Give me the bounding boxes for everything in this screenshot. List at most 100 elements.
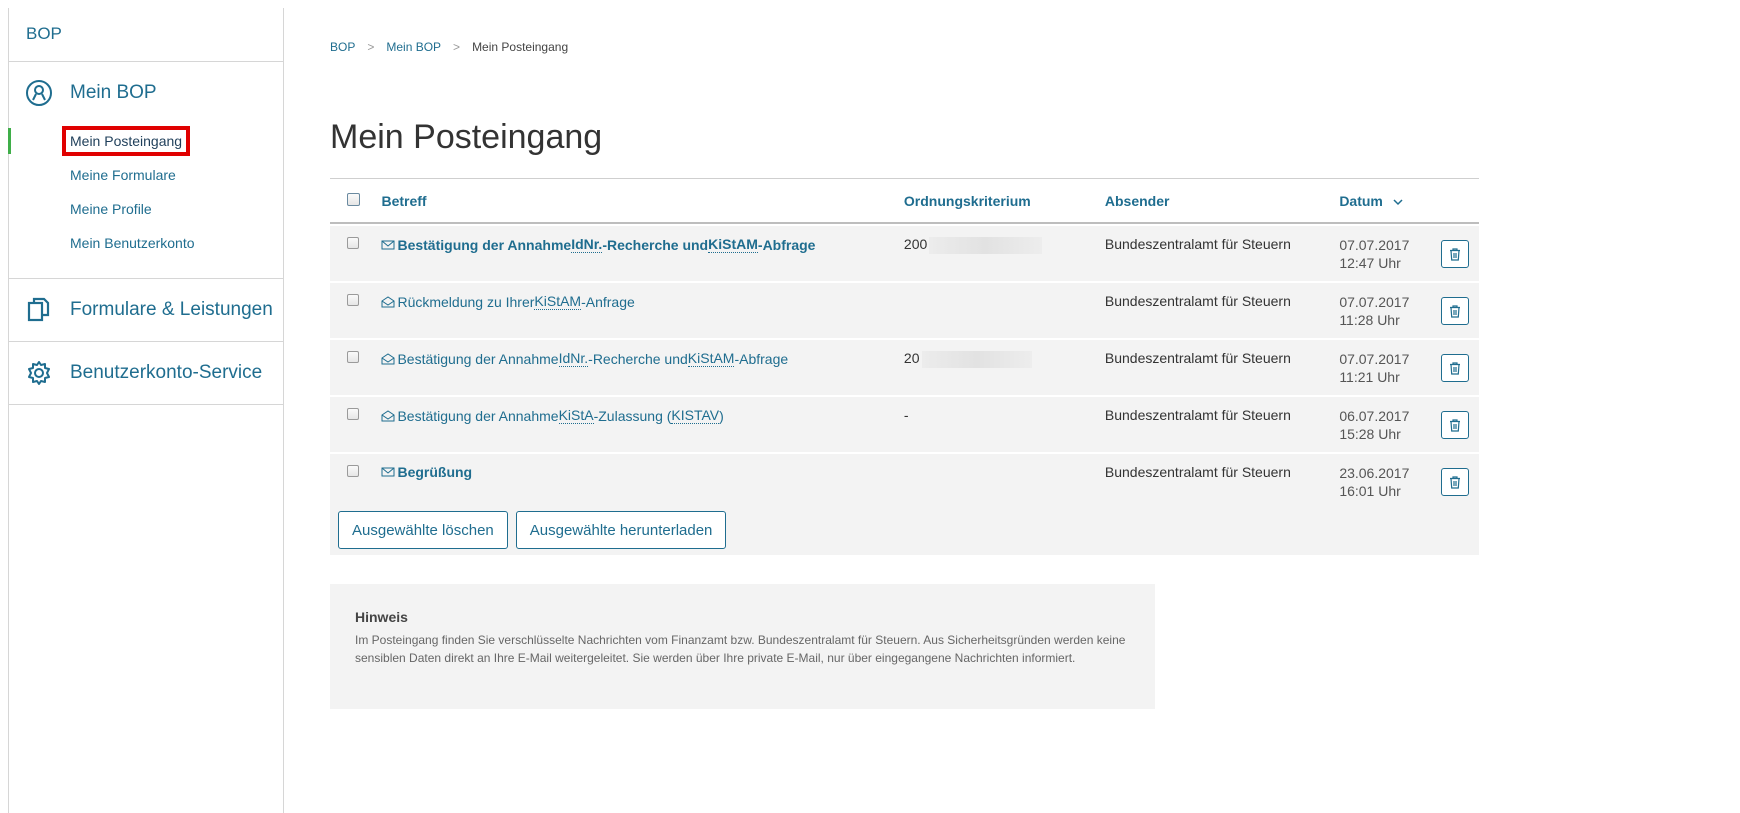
delete-button[interactable] — [1440, 297, 1469, 325]
time-value: 11:28 Uhr — [1339, 312, 1400, 328]
sidebar-item-mein-posteingang[interactable]: Mein Posteingang — [8, 124, 283, 158]
redacted-block — [929, 236, 1043, 254]
date-value: 06.07.2017 — [1339, 408, 1410, 424]
sidebar-item-benutzerkonto-service[interactable]: Benutzerkonto-Service — [9, 342, 283, 404]
date-cell: 07.07.2017 12:47 Uhr — [1339, 226, 1440, 272]
column-header-date[interactable]: Datum — [1339, 193, 1440, 209]
column-header-date-label: Datum — [1339, 192, 1383, 209]
page-title: Mein Posteingang — [330, 118, 603, 156]
table-row[interactable]: Bestätigung der Annahme IdNr. -Recherche … — [330, 340, 1479, 395]
column-header-order[interactable]: Ordnungskriterium — [904, 193, 1105, 209]
sidebar-item-label: Mein Posteingang — [62, 126, 191, 156]
row-checkbox[interactable] — [347, 237, 359, 249]
subject-abbr: IdNr. — [571, 236, 603, 253]
subject-text: Bestätigung der Annahme — [397, 350, 559, 367]
message-subject-link[interactable]: Begrüßung — [381, 464, 903, 480]
sender-cell: Bundeszentralamt für Steuern — [1104, 350, 1291, 366]
subject-text: -Recherche und — [588, 350, 688, 367]
date-value: 07.07.2017 — [1339, 351, 1410, 367]
gear-icon — [24, 358, 54, 388]
subject-text: Bestätigung der Annahme — [397, 407, 559, 424]
date-value: 07.07.2017 — [1339, 294, 1410, 310]
sidebar-brand-link[interactable]: BOP — [9, 8, 283, 62]
column-header-subject[interactable]: Betreff — [381, 193, 903, 209]
envelope-closed-icon — [381, 240, 395, 249]
envelope-open-icon — [381, 295, 395, 307]
bulk-actions-bar: Ausgewählte löschen Ausgewählte herunter… — [330, 503, 1479, 555]
download-selected-button[interactable]: Ausgewählte herunterladen — [515, 511, 727, 549]
trash-icon — [1449, 361, 1460, 375]
row-checkbox[interactable] — [347, 294, 359, 306]
breadcrumb-link-bop[interactable]: BOP — [330, 40, 355, 54]
time-value: 12:47 Uhr — [1339, 255, 1401, 271]
order-cell: - — [903, 407, 909, 423]
delete-button[interactable] — [1440, 240, 1469, 268]
row-checkbox[interactable] — [347, 408, 359, 420]
subject-abbr: KiStAM — [708, 236, 758, 253]
sidebar-section-mein-bop: Mein BOP Mein Posteingang Meine Formular… — [8, 62, 283, 279]
date-cell: 06.07.2017 15:28 Uhr — [1339, 397, 1440, 443]
sidebar-subnav: Mein Posteingang Meine Formulare Meine P… — [8, 124, 283, 278]
hint-box: Hinweis Im Posteingang finden Sie versch… — [330, 584, 1155, 709]
sidebar-item-meine-profile[interactable]: Meine Profile — [9, 192, 283, 226]
table-row[interactable]: Bestätigung der Annahme KiStA -Zulassung … — [330, 397, 1479, 452]
sidebar-section-label: Mein BOP — [70, 82, 157, 103]
column-header-sender[interactable]: Absender — [1105, 193, 1339, 209]
subject-text: -Anfrage — [581, 293, 635, 310]
table-row[interactable]: Begrüßung Bundeszentralamt für Steuern 2… — [330, 454, 1479, 509]
sidebar-section-label: Formulare & Leistungen — [70, 299, 273, 320]
sender-cell: Bundeszentralamt für Steuern — [1104, 293, 1291, 309]
select-all-checkbox[interactable] — [347, 192, 360, 206]
sidebar-item-meine-formulare[interactable]: Meine Formulare — [9, 158, 283, 192]
chevron-down-icon — [1393, 198, 1403, 205]
breadcrumb-current: Mein Posteingang — [472, 40, 569, 54]
subject-text: -Abfrage — [757, 236, 816, 253]
breadcrumb: BOP > Mein BOP > Mein Posteingang — [330, 40, 568, 54]
order-cell — [904, 283, 1105, 293]
sender-cell: Bundeszentralamt für Steuern — [1104, 407, 1291, 423]
breadcrumb-link-mein-bop[interactable]: Mein BOP — [386, 40, 441, 54]
delete-button[interactable] — [1440, 468, 1469, 496]
delete-button[interactable] — [1440, 354, 1469, 382]
hint-title: Hinweis — [355, 609, 408, 625]
order-cell: 20 — [904, 340, 1105, 368]
order-cell: 200 — [904, 226, 1105, 254]
table-row[interactable]: Bestätigung der Annahme IdNr. -Recherche … — [330, 226, 1479, 281]
subject-abbr: KiStAM — [534, 293, 582, 310]
trash-icon — [1449, 247, 1460, 261]
row-checkbox[interactable] — [347, 351, 359, 363]
delete-button[interactable] — [1440, 411, 1469, 439]
subject-abbr: IdNr. — [558, 350, 589, 367]
table-row[interactable]: Rückmeldung zu Ihrer KiStAM -Anfrage Bund… — [330, 283, 1479, 338]
chevron-right-icon: > — [453, 40, 461, 54]
sidebar-section-label: Benutzerkonto-Service — [70, 362, 263, 383]
time-value: 15:28 Uhr — [1339, 426, 1401, 442]
date-value: 23.06.2017 — [1339, 465, 1410, 481]
time-value: 16:01 Uhr — [1339, 483, 1401, 499]
sidebar-section-formulare: Formulare & Leistungen — [9, 279, 283, 342]
sidebar-item-mein-benutzerkonto[interactable]: Mein Benutzerkonto — [9, 226, 283, 260]
order-value: 20 — [903, 350, 920, 366]
date-cell: 07.07.2017 11:28 Uhr — [1339, 283, 1440, 329]
inbox-table: Betreff Ordnungskriterium Absender Datum… — [330, 178, 1479, 509]
row-checkbox[interactable] — [347, 465, 359, 477]
message-subject-link[interactable]: Bestätigung der Annahme IdNr. -Recherche … — [381, 236, 903, 253]
envelope-open-icon — [381, 409, 395, 421]
trash-icon — [1449, 475, 1460, 489]
subject-abbr: KiStA — [558, 407, 594, 424]
chevron-right-icon: > — [367, 40, 375, 54]
sidebar-item-formulare-leistungen[interactable]: Formulare & Leistungen — [9, 279, 283, 341]
message-subject-link[interactable]: Bestätigung der Annahme KiStA -Zulassung … — [381, 407, 903, 424]
trash-icon — [1449, 418, 1460, 432]
sidebar-section-service: Benutzerkonto-Service — [9, 342, 283, 405]
delete-selected-button[interactable]: Ausgewählte löschen — [338, 511, 508, 549]
subject-text: Rückmeldung zu Ihrer — [397, 293, 535, 310]
subject-text: -Zulassung ( — [593, 407, 672, 424]
sidebar-item-mein-bop[interactable]: Mein BOP — [9, 62, 283, 124]
subject-abbr: KiStAM — [687, 350, 735, 367]
message-subject-link[interactable]: Rückmeldung zu Ihrer KiStAM -Anfrage — [381, 293, 903, 310]
trash-icon — [1449, 304, 1460, 318]
table-header: Betreff Ordnungskriterium Absender Datum — [330, 178, 1479, 224]
date-value: 07.07.2017 — [1339, 237, 1410, 253]
message-subject-link[interactable]: Bestätigung der Annahme IdNr. -Recherche … — [381, 350, 903, 367]
